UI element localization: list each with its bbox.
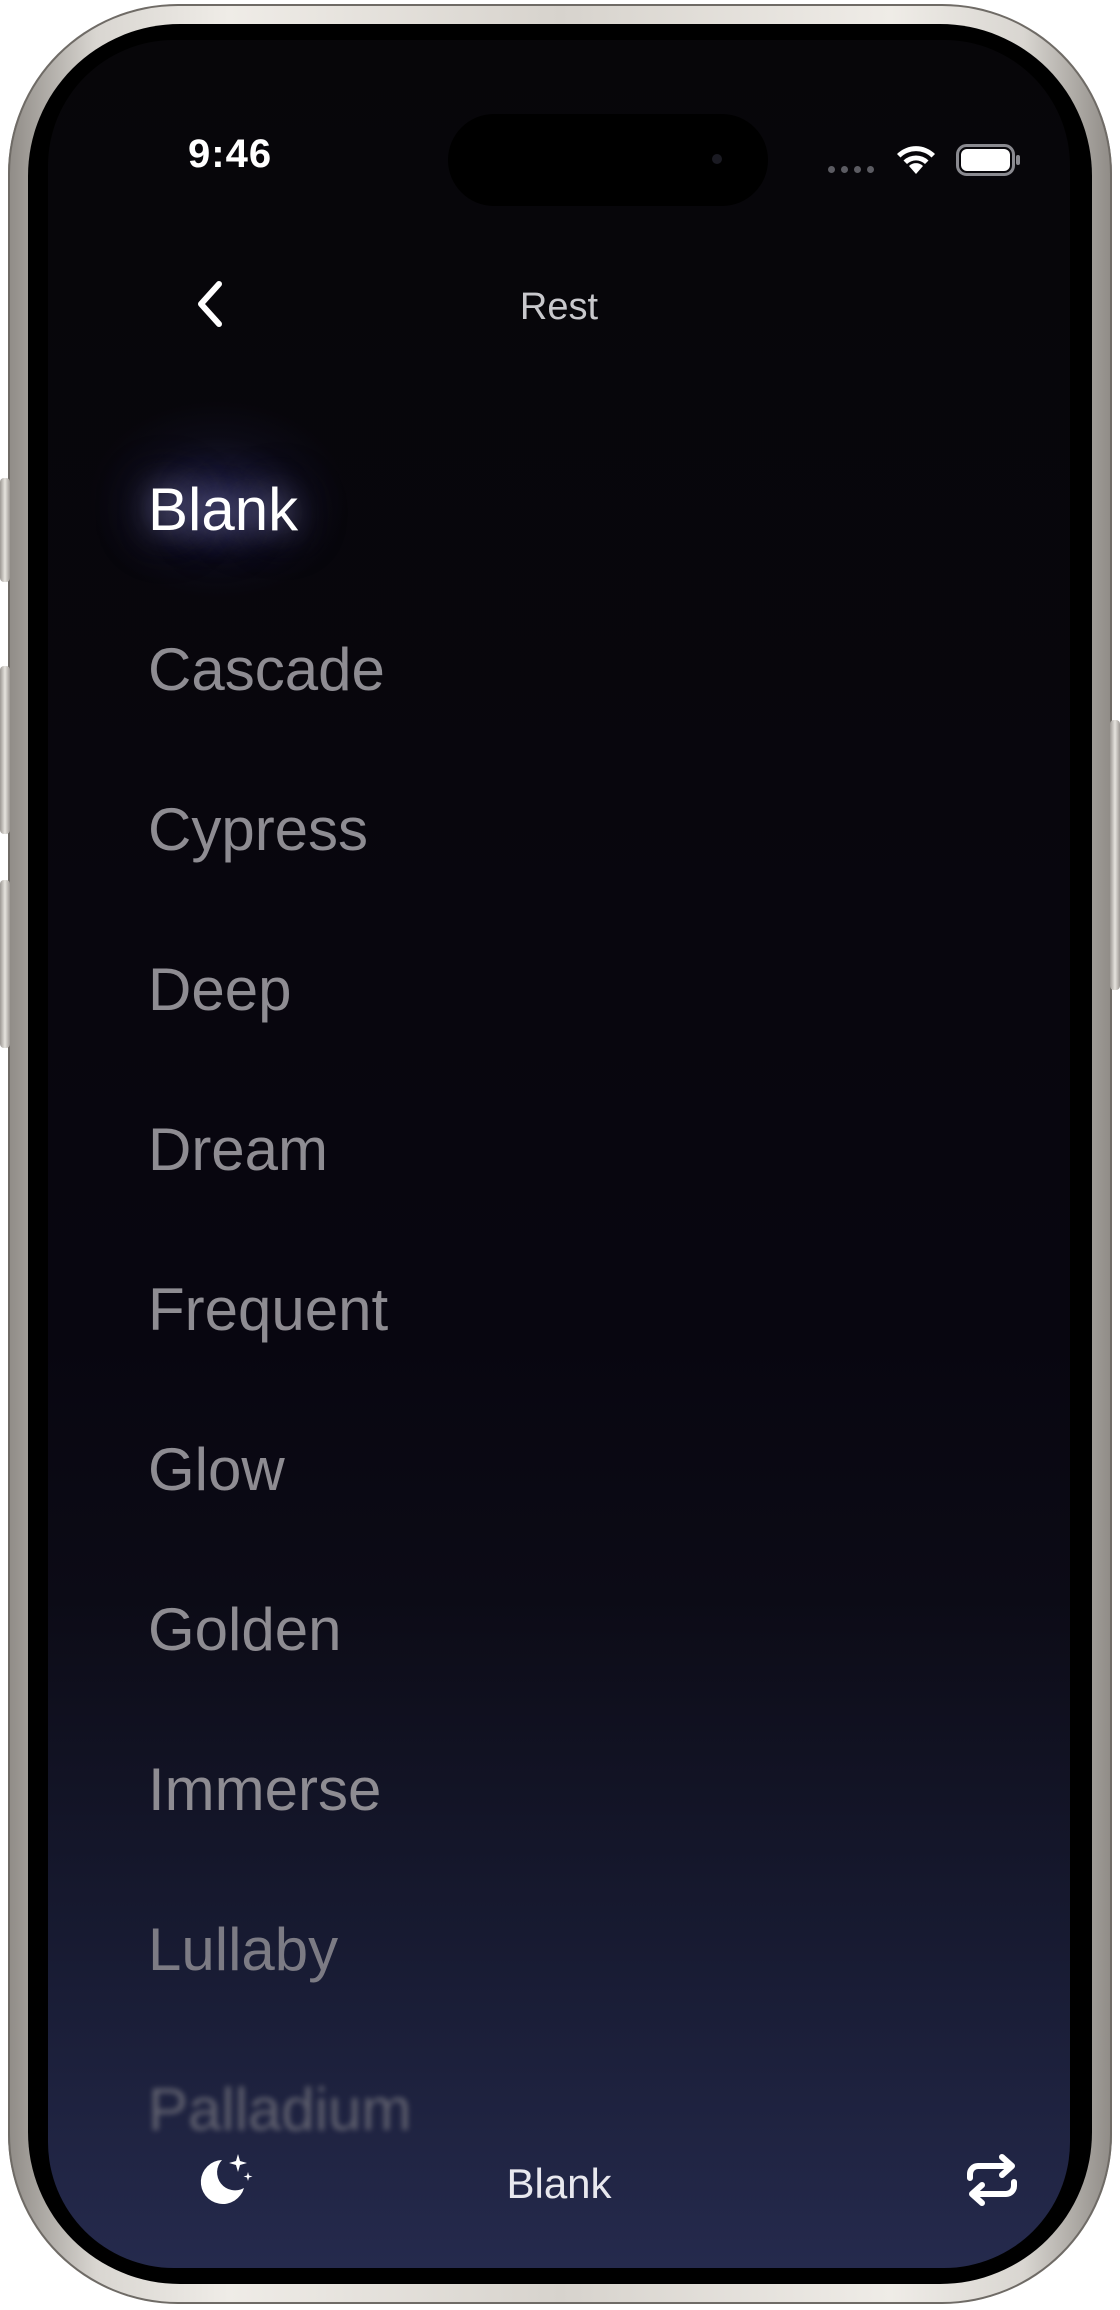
list-item-immerse[interactable]: Immerse — [148, 1740, 381, 1840]
list-item-cascade[interactable]: Cascade — [148, 620, 385, 720]
signal-dots-icon — [828, 166, 874, 173]
list-item-palladium[interactable]: Palladium — [148, 2060, 411, 2160]
volume-up-button — [0, 666, 10, 834]
list-item-blank[interactable]: Blank — [148, 460, 298, 560]
battery-icon — [956, 144, 1020, 176]
repeat-icon — [967, 2154, 1017, 2206]
list-item-golden[interactable]: Golden — [148, 1580, 341, 1680]
wifi-icon — [897, 146, 935, 174]
power-button — [1110, 720, 1120, 990]
list-item-deep[interactable]: Deep — [148, 940, 291, 1040]
list-item-frequent[interactable]: Frequent — [148, 1260, 388, 1360]
camera-icon — [712, 154, 722, 164]
dynamic-island — [448, 114, 768, 206]
repeat-button[interactable] — [960, 2148, 1024, 2212]
page-title: Rest — [519, 286, 599, 328]
action-button — [0, 478, 10, 582]
list-item-dream[interactable]: Dream — [148, 1100, 328, 1200]
now-playing-label[interactable]: Blank — [48, 2160, 1070, 2208]
list-item-glow[interactable]: Glow — [148, 1420, 285, 1520]
list-item-cypress[interactable]: Cypress — [148, 780, 368, 880]
volume-down-button — [0, 880, 10, 1048]
list-item-lullaby[interactable]: Lullaby — [148, 1900, 338, 2000]
screen: 9:46 Rest Blank Cascade Cypress Deep Dre… — [48, 40, 1070, 2268]
status-time: 9:46 — [188, 132, 273, 176]
